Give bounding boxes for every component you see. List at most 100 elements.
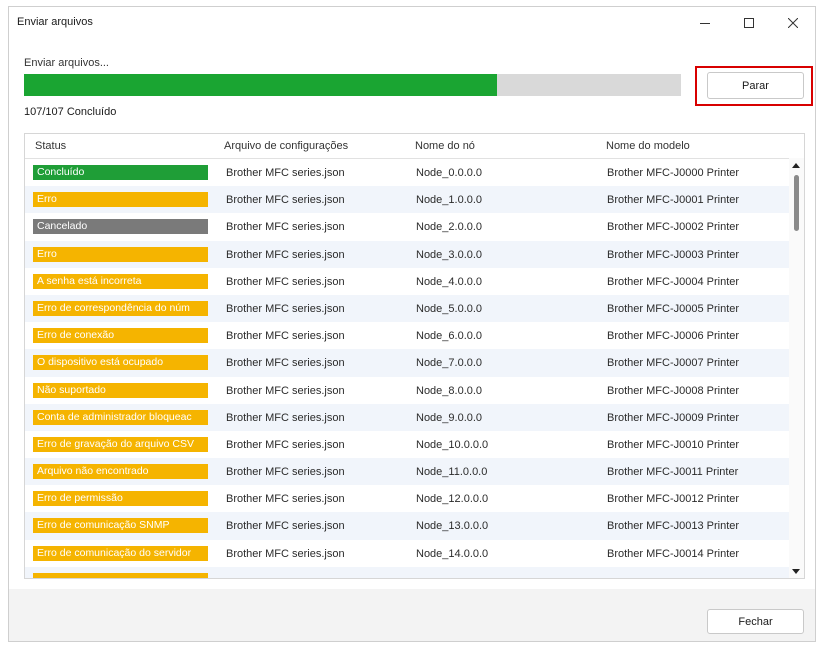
status-badge: Concluído [33,165,208,180]
results-table: Status Arquivo de configurações Nome do … [24,133,805,579]
status-badge: Não suportado [33,382,208,398]
config-file-cell: Brother MFC series.json [226,493,345,506]
maximize-icon [744,18,754,28]
status-badge: Erro [33,192,208,208]
table-row[interactable]: A senha está incorreta Brother MFC series… [25,268,790,295]
table-row[interactable]: Erro de conexão Brother MFC series.json No… [25,322,790,349]
minimize-icon [700,23,710,24]
node-name-cell: Node_0.0.0.0 [416,167,483,179]
send-files-window: Enviar arquivos Enviar arquivos... Parar… [8,6,816,642]
model-name-cell: Brother MFC-J0011 Printer [607,466,739,479]
completed-count: 107/107 Concluído [24,106,117,118]
table-row[interactable]: Erro de gravação do arquivo CSV Brother M… [25,431,790,458]
config-file-cell: Brother MFC series.json [226,194,345,207]
scroll-thumb[interactable] [794,175,799,231]
window-title: Enviar arquivos [17,16,93,28]
status-badge: Erro de permissão [33,491,208,507]
config-file-cell: Brother MFC series.json [226,330,345,343]
node-name-cell: Node_14.0.0.0 [416,547,489,560]
model-name-cell: Brother MFC-J0012 Printer [607,493,740,506]
config-file-cell: Brother MFC series.json [226,411,345,424]
config-file-cell: Brother MFC series.json [226,302,345,315]
node-name-cell: Node_5.0.0.0 [416,302,483,315]
model-name-cell: Brother MFC-J0000 Printer [607,167,740,179]
model-name-cell: Brother MFC-J0005 Printer [607,302,740,315]
model-name-cell: Brother MFC-J0003 Printer [607,248,740,261]
scroll-down-arrow-icon[interactable] [792,569,800,574]
close-window-button[interactable] [771,7,815,39]
close-button[interactable]: Fechar [707,609,804,634]
model-name-cell: Brother MFC-J0008 Printer [607,384,740,397]
config-file-cell: Brother MFC series.json [226,248,345,261]
table-row[interactable]: Não suportado Brother MFC series.json Node… [25,377,790,404]
table-row[interactable]: Erro de permissão Brother MFC series.json… [25,485,790,512]
table-row[interactable]: Erro de correspondência do núm Brother MF… [25,294,790,323]
node-name-cell: Node_11.0.0.0 [416,466,488,479]
title-bar: Enviar arquivos [9,7,815,39]
status-badge: Erro de conexão [33,328,208,344]
table-row[interactable]: Erro de comunicação do servidor Brother M… [25,540,790,567]
model-name-cell: Brother MFC-J0002 Printer [607,221,740,234]
table-header: Status Arquivo de configurações Nome do … [25,134,790,159]
table-row[interactable]: Arquivo não encontrado Brother MFC series… [25,458,790,486]
table-row[interactable]: Cancelado Brother MFC series.json Node_2.0… [25,213,790,240]
model-name-cell: Brother MFC-J0007 Printer [607,357,740,370]
model-name-cell: Brother MFC-J0014 Printer [607,547,740,560]
node-name-cell: Node_8.0.0.0 [416,384,483,397]
node-name-cell: Node_4.0.0.0 [416,275,483,288]
status-badge: Erro de gravação do arquivo CSV [33,436,208,452]
config-file-cell: Brother MFC series.json [226,384,345,397]
status-badge [33,572,208,578]
model-name-cell: Brother MFC-J0006 Printer [607,330,740,343]
model-name-cell: Brother MFC-J0001 Printer [607,194,740,207]
status-badge: Erro [33,246,208,262]
node-name-cell: Node_7.0.0.0 [416,357,483,370]
model-name-cell: Brother MFC-J0009 Printer [607,411,740,424]
status-message: Enviar arquivos... [24,57,109,69]
maximize-button[interactable] [727,7,771,39]
config-file-cell: Brother MFC series.json [226,275,345,288]
node-name-cell: Node_9.0.0.0 [416,411,483,424]
status-badge: Conta de administrador bloqueac [33,409,208,425]
node-name-cell: Node_3.0.0.0 [416,248,483,261]
table-row[interactable]: Erro Brother MFC series.json Node_1.0.0.0 B… [25,186,790,214]
config-file-cell: Brother MFC series.json [226,438,345,451]
column-header-config-file[interactable]: Arquivo de configurações [224,140,348,152]
config-file-cell: Brother MFC series.json [226,221,345,234]
config-file-cell: Brother MFC series.json [226,466,345,479]
table-row[interactable] [25,566,790,578]
vertical-scrollbar[interactable] [789,158,804,578]
config-file-cell: Brother MFC series.json [226,547,345,560]
status-badge: Erro de comunicação do servidor [33,545,208,561]
minimize-button[interactable] [683,7,727,39]
model-name-cell: Brother MFC-J0004 Printer [607,275,740,288]
status-badge: Arquivo não encontrado [33,464,208,480]
table-row[interactable]: Conta de administrador bloqueac Brother M… [25,403,790,431]
node-name-cell: Node_6.0.0.0 [416,330,483,343]
status-badge: Cancelado [33,219,208,235]
config-file-cell: Brother MFC series.json [226,167,345,179]
scroll-up-arrow-icon[interactable] [792,163,800,168]
column-header-node-name[interactable]: Nome do nó [415,140,475,152]
progress-bar [24,74,681,96]
table-row[interactable]: Erro de comunicação SNMP Brother MFC seri… [25,512,790,540]
table-row[interactable]: O dispositivo está ocupado Brother MFC se… [25,349,790,377]
close-icon [788,18,798,28]
config-file-cell: Brother MFC series.json [226,357,345,370]
node-name-cell: Node_12.0.0.0 [416,493,489,506]
column-header-status[interactable]: Status [35,140,66,152]
stop-button[interactable]: Parar [707,72,804,99]
model-name-cell: Brother MFC-J0010 Printer [607,438,740,451]
status-badge: A senha está incorreta [33,273,208,289]
node-name-cell: Node_2.0.0.0 [416,221,483,234]
table-body: Concluído Brother MFC series.json Node_0.0… [25,159,790,578]
dialog-content: Enviar arquivos... Parar 107/107 Concluí… [9,39,815,589]
status-badge: Erro de correspondência do núm [33,300,208,316]
status-badge: O dispositivo está ocupado [33,355,208,371]
column-header-model-name[interactable]: Nome do modelo [606,140,690,152]
table-row[interactable]: Erro Brother MFC series.json Node_3.0.0.0 B… [25,240,790,268]
table-row[interactable]: Concluído Brother MFC series.json Node_0.0… [25,159,790,186]
status-badge: Erro de comunicação SNMP [33,518,208,534]
node-name-cell: Node_1.0.0.0 [416,194,483,207]
node-name-cell: Node_10.0.0.0 [416,438,489,451]
